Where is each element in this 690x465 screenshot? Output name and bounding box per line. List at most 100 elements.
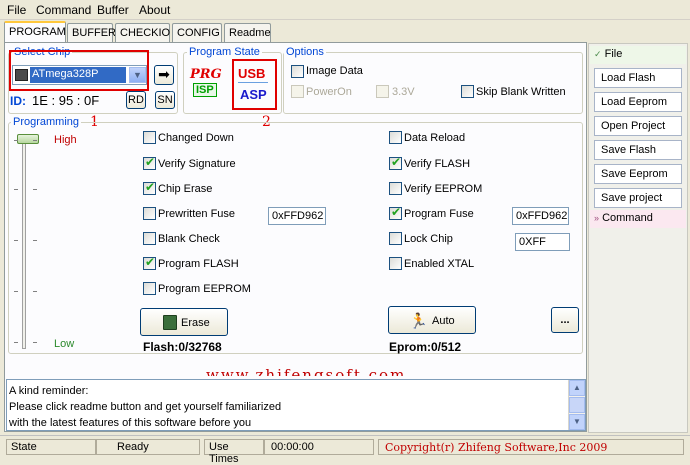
blank-check-label: Blank Check [158,233,220,245]
power-on-label: PowerOn [306,86,352,98]
v33-checkbox[interactable] [376,85,389,98]
erase-button[interactable]: Erase [140,308,228,336]
slider-low-label: Low [54,338,75,350]
power-on-checkbox[interactable] [291,85,304,98]
image-data-checkbox[interactable] [291,65,304,78]
verify-signature-label: Verify Signature [158,158,236,170]
flash-status: Flash:0/32768 [143,340,222,354]
chip-select-value: ATmega328P [30,67,126,83]
sidebar-file-header[interactable]: ✓ File [590,46,686,64]
programming-legend: Programming [11,116,82,128]
blank-check-checkbox[interactable] [143,232,156,245]
scroll-down-icon[interactable]: ▼ [569,414,585,430]
double-chevron-down-icon: ✓ [594,49,602,59]
copyright-text: Copyright(r) Zhifeng Software,Inc 2009 [378,439,684,455]
tab-readme[interactable]: Readme [224,23,271,42]
menu-bar: File Command Buffer About [0,0,690,20]
enabled-xtal-label: Enabled XTAL [404,258,475,270]
use-times-label: Use Times [204,439,264,465]
save-flash-button[interactable]: Save Flash [594,140,682,160]
sidebar-command-header-label: Command [602,212,653,224]
double-chevron-right-icon: » [594,213,600,223]
state-label: State [6,439,96,455]
options-group [283,52,583,114]
isp-label: ISP [193,83,217,97]
verify-flash-checkbox[interactable] [389,155,402,170]
image-data-label: Image Data [306,65,363,77]
state-value: Ready [96,439,200,455]
enabled-xtal-checkbox[interactable] [389,257,402,270]
lock-chip-label: Lock Chip [404,233,453,245]
verify-signature-checkbox[interactable] [143,155,156,170]
speed-slider-thumb[interactable] [17,134,39,144]
verify-eeprom-checkbox[interactable] [389,182,402,195]
usb-logo-line [238,82,268,83]
status-bar: State Ready Use Times 00:00:00 Copyright… [0,435,690,465]
skip-blank-checkbox[interactable] [461,85,474,98]
sn-button[interactable]: SN [155,91,175,109]
trash-icon [163,315,177,330]
program-flash-label: Program FLASH [158,258,239,270]
lock-chip-checkbox[interactable] [389,232,402,245]
chevron-down-icon[interactable]: ▼ [129,67,146,83]
usb-label: USB [238,66,266,81]
program-state-legend: Program State [187,46,262,58]
use-times-value: 00:00:00 [264,439,374,455]
menu-command[interactable]: Command [36,3,91,17]
save-project-button[interactable]: Save project [594,188,682,208]
load-eeprom-button[interactable]: Load Eeprom [594,92,682,112]
prewritten-fuse-checkbox[interactable] [143,207,156,220]
program-flash-checkbox[interactable] [143,255,156,270]
reminder-text: A kind reminder: Please click readme but… [9,383,281,431]
menu-buffer[interactable]: Buffer [97,3,129,17]
verify-eeprom-label: Verify EEPROM [404,183,483,195]
load-flash-button[interactable]: Load Flash [594,68,682,88]
lock-chip-input[interactable]: 0XFF [515,233,570,251]
reminder-line-1: A kind reminder: [9,385,89,397]
reminder-scrollbar[interactable]: ▲ ▼ [568,380,585,430]
reminder-textarea[interactable]: A kind reminder: Please click readme but… [6,379,586,431]
program-eeprom-checkbox[interactable] [143,282,156,295]
menu-file[interactable]: File [7,3,26,17]
program-eeprom-label: Program EEPROM [158,283,251,295]
program-fuse-input[interactable]: 0xFFD962 [512,207,569,225]
programming-group [8,122,583,354]
changed-down-checkbox[interactable] [143,131,156,144]
chip-select[interactable]: ATmega328P ▼ [12,65,147,85]
go-button[interactable]: ➡ [154,65,174,85]
open-project-button[interactable]: Open Project [594,116,682,136]
verify-flash-label: Verify FLASH [404,158,471,170]
speed-slider-track [22,137,26,349]
tab-program[interactable]: PROGRAM [4,21,66,43]
scroll-thumb[interactable] [569,397,585,413]
program-fuse-label: Program Fuse [404,208,474,220]
data-reload-checkbox[interactable] [389,131,402,144]
slider-high-label: High [54,134,77,146]
rd-button[interactable]: RD [126,91,146,109]
options-legend: Options [284,46,326,58]
chip-erase-checkbox[interactable] [143,180,156,195]
more-button[interactable]: ... [551,307,579,333]
auto-button-label: Auto [432,315,455,327]
save-eeprom-button[interactable]: Save Eeprom [594,164,682,184]
scroll-up-icon[interactable]: ▲ [569,380,585,396]
erase-button-label: Erase [181,317,210,329]
data-reload-label: Data Reload [404,132,466,144]
v33-label: 3.3V [392,86,415,98]
tab-buffer[interactable]: BUFFER [67,23,116,42]
watermark-text: www.zhifengsoft.com [206,366,407,376]
chip-erase-label: Chip Erase [158,183,213,195]
prewritten-fuse-input[interactable]: 0xFFD962 [268,207,326,225]
auto-button[interactable]: 🏃 Auto [388,306,476,334]
prg-label: PRG [190,67,222,82]
chip-id-label: ID: [10,94,26,108]
prewritten-fuse-label: Prewritten Fuse [158,208,236,220]
menu-about[interactable]: About [139,3,170,17]
asp-label: ASP [240,87,267,102]
program-fuse-checkbox[interactable] [389,205,402,220]
sidebar-command-header[interactable]: » Command [590,210,686,228]
chip-icon [15,69,28,81]
running-man-icon: 🏃 [409,313,428,330]
tab-config[interactable]: CONFIG [172,23,222,42]
tab-checkio[interactable]: CHECKIO [115,23,170,42]
